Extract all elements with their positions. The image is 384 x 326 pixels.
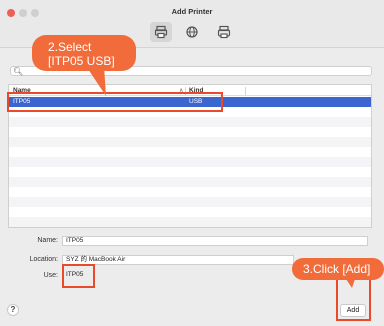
step2-callout-line2: [ITP05 USB] — [48, 54, 115, 68]
add-printer-window: Add Printer 🔍︎ Name ∧ Kind ITP05 USB Nam… — [0, 0, 384, 326]
step2-callout-line1: 2.Select — [48, 40, 92, 54]
step3-callout: 3.Click [Add] — [292, 258, 384, 280]
step2-callout: 2.Select [ITP05 USB] — [32, 35, 136, 71]
